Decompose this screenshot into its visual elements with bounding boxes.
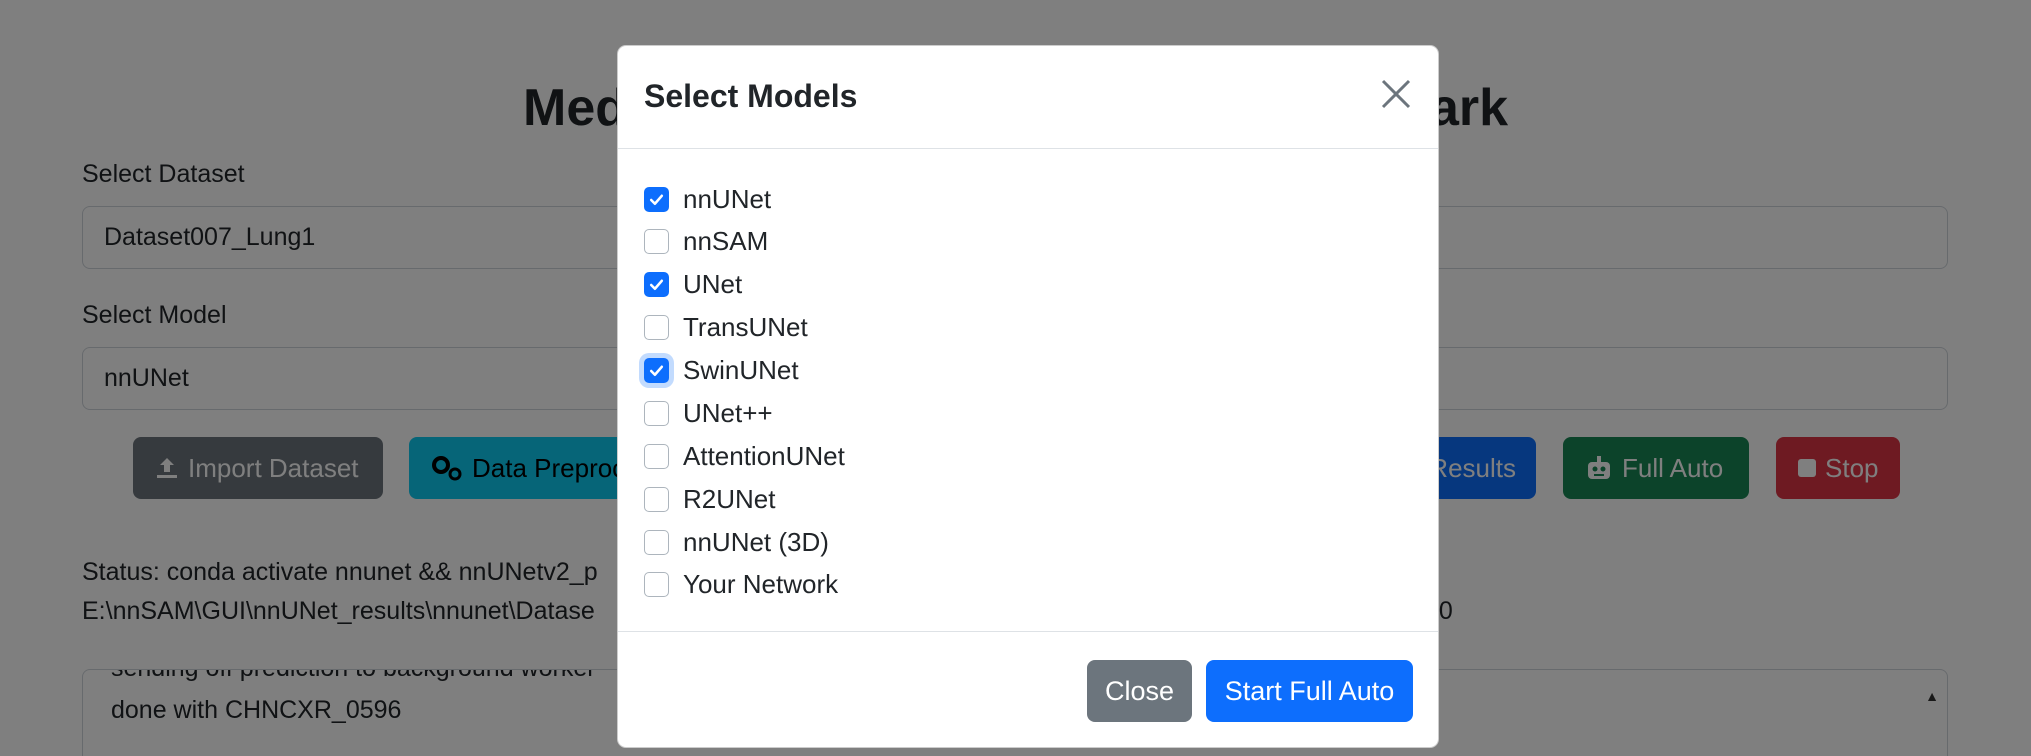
modal-title: Select Models: [644, 78, 858, 114]
model-label[interactable]: UNet: [683, 269, 742, 300]
start-full-auto-button[interactable]: Start Full Auto: [1206, 660, 1413, 722]
model-option[interactable]: SwinUNet: [644, 354, 799, 386]
model-label[interactable]: SwinUNet: [683, 355, 799, 386]
model-checkbox[interactable]: [644, 357, 669, 383]
check-icon: [649, 279, 664, 290]
model-label[interactable]: R2UNet: [683, 484, 775, 515]
model-checkbox[interactable]: [644, 314, 669, 340]
model-option[interactable]: UNet: [644, 268, 742, 300]
model-option[interactable]: nnUNet: [644, 183, 771, 215]
model-label[interactable]: nnUNet (3D): [683, 527, 829, 558]
model-option[interactable]: R2UNet: [644, 483, 775, 515]
close-button[interactable]: Close: [1087, 660, 1192, 722]
model-checkbox[interactable]: [644, 400, 669, 426]
model-label[interactable]: nnUNet: [683, 184, 771, 215]
model-label[interactable]: TransUNet: [683, 312, 808, 343]
model-checkbox[interactable]: [644, 186, 669, 212]
modal-footer: Close Start Full Auto: [618, 632, 1438, 747]
select-models-dialog: Select Models nnUNet nnSAM UNet TransUNet Sw…: [617, 45, 1439, 748]
model-checkbox[interactable]: [644, 571, 669, 597]
model-checkbox[interactable]: [644, 486, 669, 512]
model-option[interactable]: nnSAM: [644, 225, 768, 257]
model-option[interactable]: Your Network: [644, 568, 838, 600]
model-checkbox[interactable]: [644, 271, 669, 297]
model-option[interactable]: AttentionUNet: [644, 440, 845, 472]
modal-header: Select Models: [618, 46, 1438, 149]
model-checkbox[interactable]: [644, 228, 669, 254]
check-icon: [649, 365, 664, 376]
model-option[interactable]: TransUNet: [644, 311, 808, 343]
model-option[interactable]: UNet++: [644, 397, 773, 429]
check-icon: [649, 194, 664, 205]
model-list: nnUNet nnSAM UNet TransUNet SwinUNet UNet++ At…: [618, 149, 1438, 632]
model-label[interactable]: Your Network: [683, 569, 838, 600]
model-checkbox[interactable]: [644, 443, 669, 469]
model-label[interactable]: UNet++: [683, 398, 773, 429]
model-label[interactable]: nnSAM: [683, 226, 768, 257]
close-icon[interactable]: [1378, 76, 1414, 112]
model-option[interactable]: nnUNet (3D): [644, 526, 829, 558]
model-checkbox[interactable]: [644, 529, 669, 555]
model-label[interactable]: AttentionUNet: [683, 441, 845, 472]
